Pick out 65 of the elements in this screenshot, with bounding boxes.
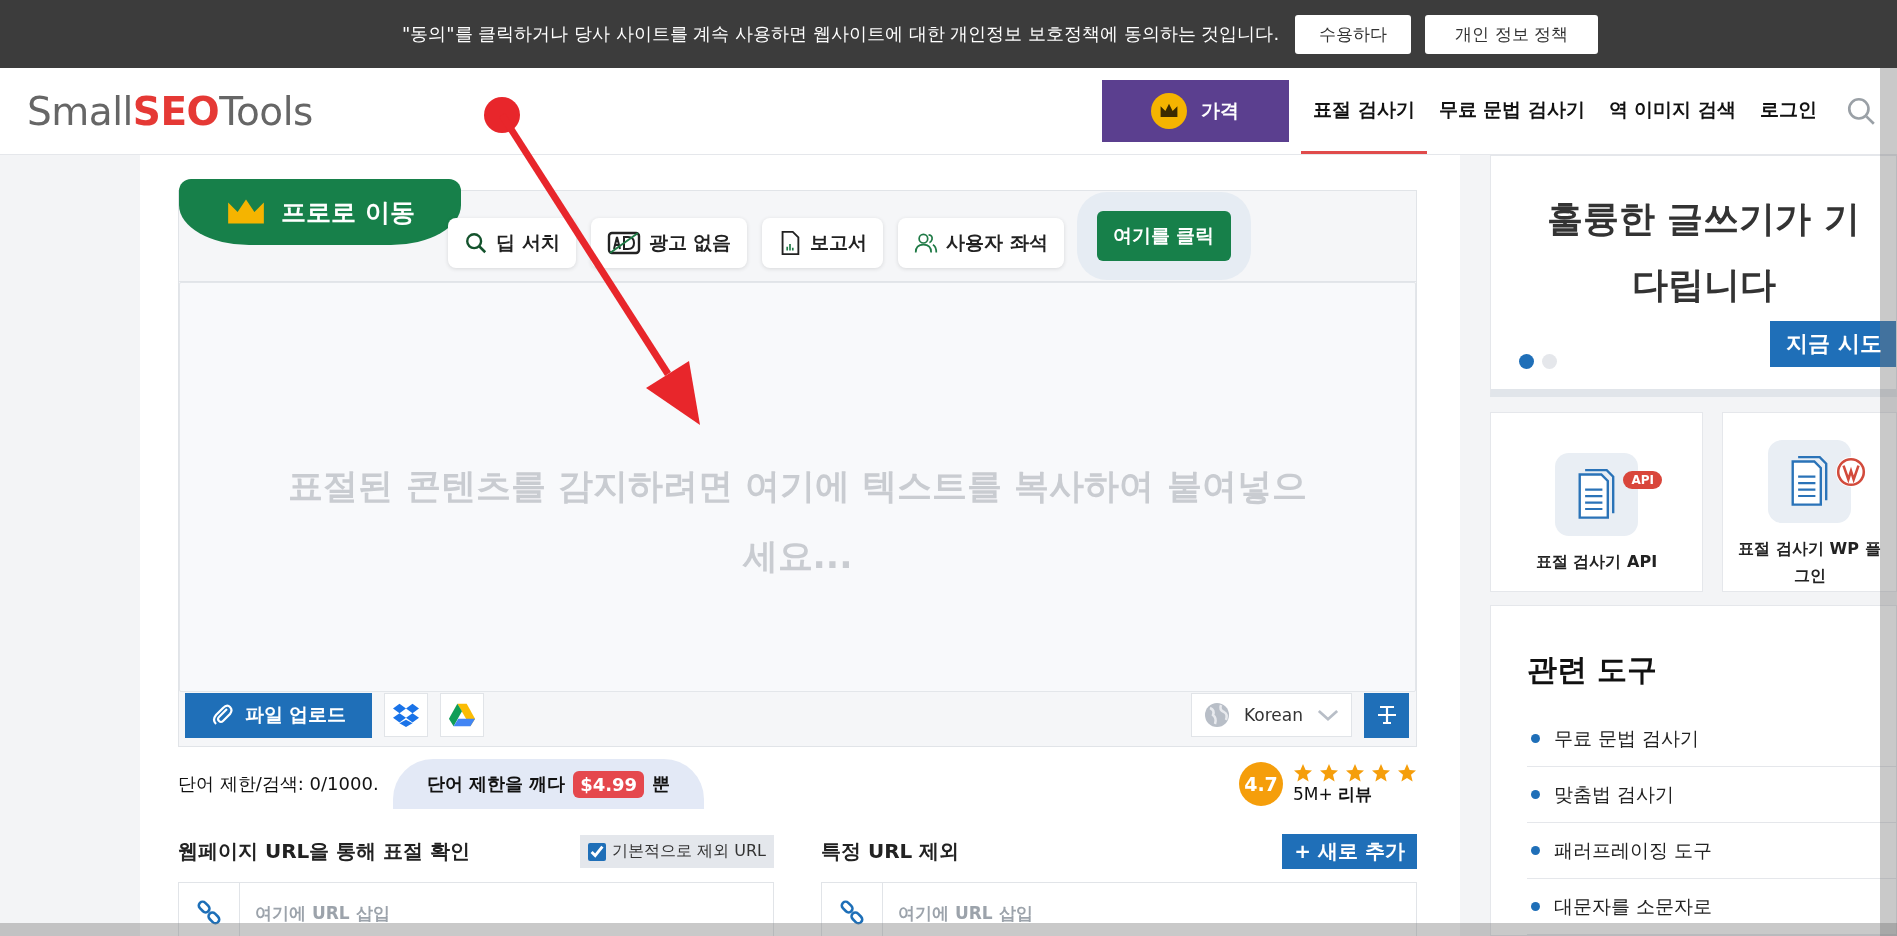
ribbon-label: 프로로 이동 <box>281 196 415 229</box>
star-icon <box>1371 762 1391 783</box>
tool-card-label: 표절 검사기 WP 플 <box>1738 538 1881 560</box>
globe-icon <box>1204 702 1230 728</box>
feature-tab[interactable]: 딥 서치 <box>448 218 576 268</box>
rating-score: 4.7 <box>1239 762 1283 806</box>
cookie-button[interactable]: 개인 정보 정책 <box>1425 14 1599 54</box>
related-tool-link[interactable]: 맞춤법 검사기 <box>1527 767 1896 823</box>
language-select[interactable]: Korean <box>1191 693 1352 737</box>
paperclip-icon <box>210 703 235 727</box>
slide-dot[interactable] <box>1542 354 1557 369</box>
cookie-button[interactable]: 수용하다 <box>1295 14 1412 54</box>
tool-card-label: 표절 검사기 API <box>1535 551 1658 573</box>
tool-card-label: 그인 <box>1793 565 1826 587</box>
upgrade-promo[interactable]: 단어 제한을 깨다 $4.99 뿐 <box>392 759 705 809</box>
related-tool-link[interactable]: 패러프레이징 도구 <box>1527 823 1896 879</box>
try-now-button[interactable]: 지금 시도 <box>1770 320 1896 367</box>
google-drive-button[interactable] <box>440 693 484 737</box>
search-icon[interactable] <box>1845 95 1877 127</box>
star-icon <box>1397 762 1417 783</box>
star-icon <box>1345 762 1365 783</box>
dropbox-button[interactable] <box>384 693 428 737</box>
slide-dot[interactable] <box>1519 354 1534 369</box>
exclude-default-checkbox[interactable]: 기본적으로 제외 URL <box>580 835 774 868</box>
drive-icon <box>448 702 476 728</box>
wordpress-icon <box>1835 456 1867 488</box>
nav-link[interactable]: 로그인 <box>1748 68 1829 154</box>
feature-tab[interactable]: 보고서 <box>762 218 884 268</box>
section-title: 웹페이지 URL을 통해 표절 확인 <box>178 838 471 865</box>
feature-tab[interactable]: 사용자 좌석 <box>898 218 1064 268</box>
crown-icon <box>1151 93 1188 129</box>
cookie-message: "동의"를 클릭하거나 당사 사이트를 계속 사용하면 웹사이트에 대한 개인정보 보호정책에 동의하는 것입니다. <box>402 22 1280 46</box>
no-ads-icon <box>606 230 641 256</box>
section-title: 특정 URL 제외 <box>821 838 960 865</box>
chevron-down-icon <box>1317 708 1339 722</box>
price-badge: $4.99 <box>573 770 645 798</box>
api-badge: API <box>1623 471 1662 489</box>
add-new-button[interactable]: + 새로 추가 <box>1282 834 1417 869</box>
click-here-button[interactable]: 여기를 클릭 <box>1096 211 1231 261</box>
nav-link[interactable]: 역 이미지 검색 <box>1596 68 1748 154</box>
promo-headline: 훌륭한 글쓰기가 기다립니다 <box>1545 197 1862 307</box>
word-limit-text: 단어 제한/검색: 0/1000. <box>178 772 379 796</box>
nav-link[interactable]: 무료 문법 검사기 <box>1426 68 1597 154</box>
file-upload-button[interactable]: 파일 업로드 <box>185 692 372 738</box>
related-tools-title: 관련 도구 <box>1527 651 1659 689</box>
tool-card[interactable]: 표절 검사기 WP 플 그인 <box>1722 412 1897 592</box>
site-logo[interactable]: SmallSEOTools <box>27 88 313 134</box>
pro-ribbon[interactable]: 프로로 이동 <box>179 179 461 245</box>
language-label: Korean <box>1244 705 1303 725</box>
format-button[interactable] <box>1364 692 1409 738</box>
promo-suffix: 뿐 <box>652 772 671 796</box>
related-tool-link[interactable]: 무료 문법 검사기 <box>1527 711 1896 767</box>
search-icon <box>464 230 488 256</box>
feature-tab[interactable]: 광고 없음 <box>590 218 748 268</box>
link-icon <box>196 900 222 926</box>
related-tool-link[interactable]: 대문자를 소문자로 <box>1527 879 1896 935</box>
pricing-button[interactable]: 가격 <box>1101 80 1289 142</box>
review-count: 5M+ 리뷰 <box>1293 782 1374 806</box>
tool-card[interactable]: API 표절 검사기 API <box>1490 412 1703 592</box>
checkbox[interactable] <box>588 842 607 861</box>
star-icon <box>1319 762 1339 783</box>
dropbox-icon <box>392 702 420 728</box>
link-icon <box>839 900 865 926</box>
star-icon <box>1293 762 1313 783</box>
promo-text: 단어 제한을 깨다 <box>426 772 566 796</box>
